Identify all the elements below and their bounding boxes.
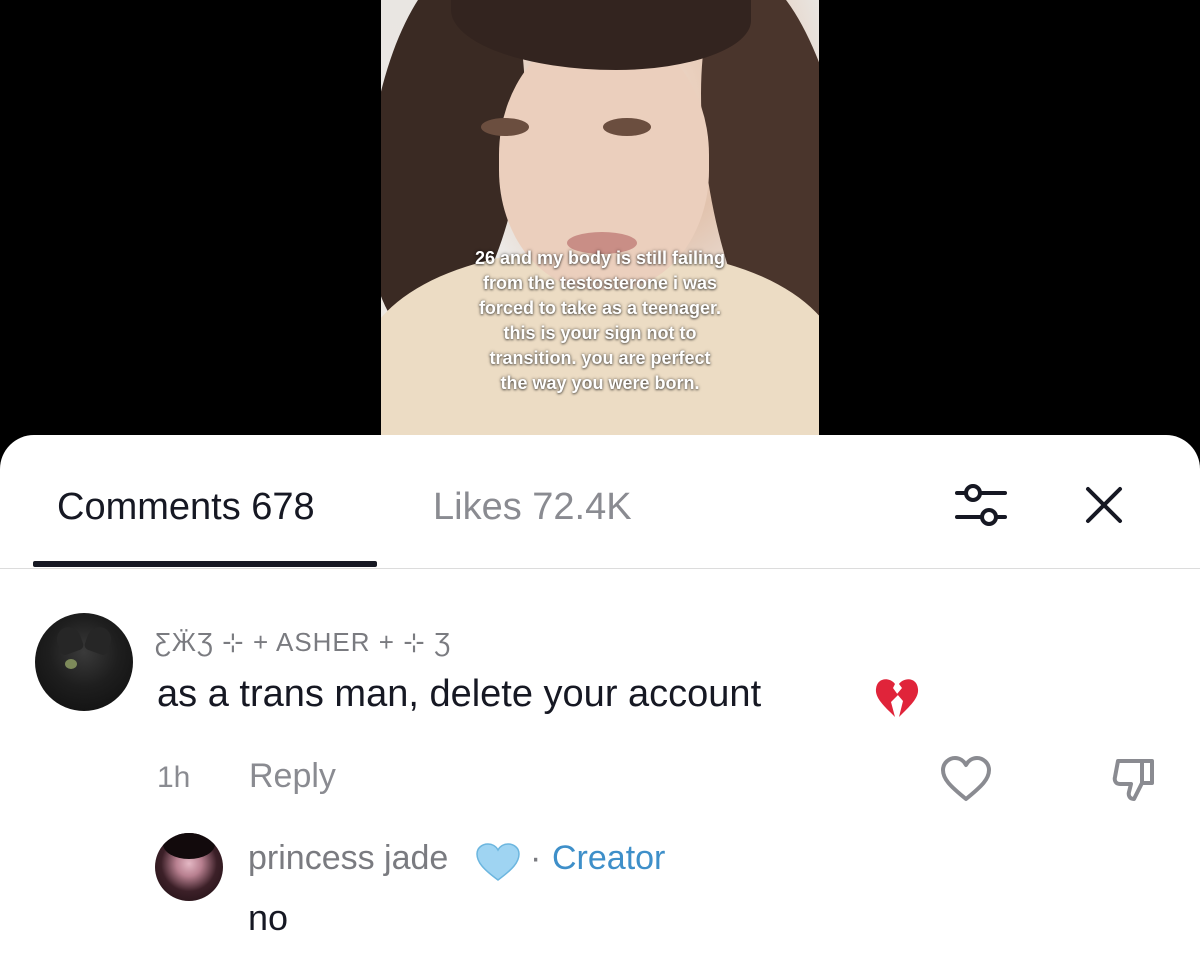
reply-username[interactable]: princess jade bbox=[248, 839, 448, 878]
reply-avatar-hair bbox=[163, 833, 215, 859]
reply-avatar[interactable] bbox=[155, 833, 223, 901]
broken-heart-icon bbox=[875, 679, 919, 717]
separator-dot: · bbox=[530, 839, 542, 877]
creator-badge: Creator bbox=[552, 839, 666, 877]
active-tab-indicator bbox=[33, 561, 377, 567]
video-area[interactable]: 26 and my body is still failing from the… bbox=[0, 0, 1200, 470]
avatar-eye-left bbox=[65, 659, 77, 669]
thumbs-down-icon[interactable] bbox=[1110, 755, 1158, 803]
avatar-ear-left bbox=[53, 623, 85, 657]
blue-heart-icon bbox=[476, 843, 520, 881]
comment-username[interactable]: ƸӜƷ ⊹ + ASHER + ⊹ Ʒ bbox=[155, 627, 451, 658]
avatar-ear-right bbox=[83, 623, 115, 657]
tab-comments[interactable]: Comments 678 bbox=[57, 486, 315, 529]
reply-text: no bbox=[248, 897, 289, 938]
comment-text: as a trans man, delete your account bbox=[157, 673, 762, 715]
comments-tabs: Comments 678 Likes 72.4K bbox=[0, 435, 1200, 569]
video-caption: 26 and my body is still failing from the… bbox=[474, 248, 726, 393]
close-icon[interactable] bbox=[1082, 483, 1126, 527]
comments-sheet: Comments 678 Likes 72.4K ƸӜƷ ⊹ + ASHER +… bbox=[0, 435, 1200, 968]
reply-button[interactable]: Reply bbox=[249, 757, 336, 796]
video-eye-left bbox=[481, 118, 529, 136]
sliders-icon[interactable] bbox=[953, 481, 1009, 529]
avatar[interactable] bbox=[35, 613, 133, 711]
heart-outline-icon[interactable] bbox=[940, 755, 992, 803]
tab-likes[interactable]: Likes 72.4K bbox=[433, 486, 632, 529]
comment-timestamp: 1h bbox=[157, 761, 191, 794]
video-eye-right bbox=[603, 118, 651, 136]
video-frame[interactable]: 26 and my body is still failing from the… bbox=[381, 0, 819, 470]
